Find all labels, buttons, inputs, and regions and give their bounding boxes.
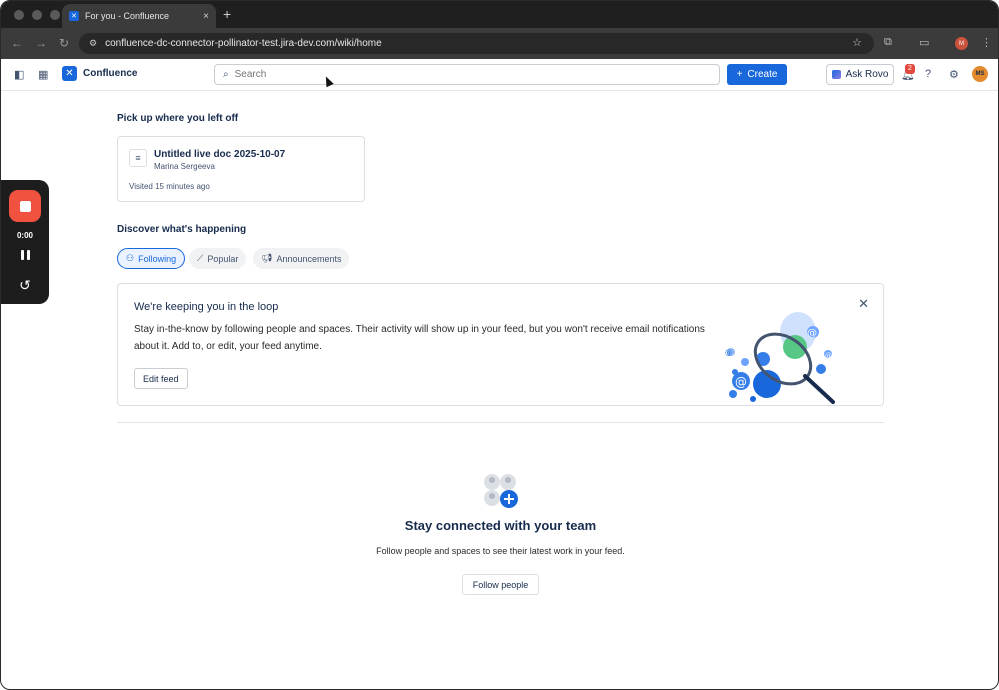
plus-icon: + xyxy=(736,69,743,80)
app-header: ◧ ▦ ✕ Confluence ⌕ + Create Ask Rovo 🔔︎ … xyxy=(1,59,998,91)
edit-feed-button[interactable]: Edit feed xyxy=(134,368,188,389)
back-icon[interactable]: ← xyxy=(11,36,23,50)
empty-state-title: Stay connected with your team xyxy=(404,518,597,533)
help-icon[interactable]: ? xyxy=(925,68,931,80)
stop-icon xyxy=(19,200,31,212)
browser-profile-avatar[interactable]: M xyxy=(955,37,968,50)
tab-close-icon[interactable]: × xyxy=(203,11,209,22)
live-doc-icon: ≡ xyxy=(129,149,147,167)
stop-recording-button[interactable] xyxy=(9,190,41,222)
tab-bar: ✕ For you - Confluence × + xyxy=(1,1,998,28)
pause-icon xyxy=(20,250,24,260)
browser-menu-icon[interactable]: ⋮ xyxy=(981,36,992,49)
site-settings-icon[interactable]: ⚙ xyxy=(89,38,97,49)
tab-label: Following xyxy=(138,253,177,264)
restart-recording-icon[interactable]: ↺ xyxy=(19,277,31,294)
confluence-favicon-icon: ✕ xyxy=(69,11,79,21)
tab-title: For you - Confluence xyxy=(85,11,170,21)
doc-author: Marina Sergeeva xyxy=(154,162,215,171)
user-avatar[interactable]: MS xyxy=(972,66,988,82)
confluence-logo[interactable]: ✕ Confluence xyxy=(62,66,137,81)
pause-recording-button[interactable] xyxy=(20,250,30,260)
svg-text:@: @ xyxy=(825,352,832,360)
notification-count-badge: 2 xyxy=(905,64,915,74)
app-name: Confluence xyxy=(83,68,138,79)
tab-following[interactable]: ⚇ Following xyxy=(117,248,186,269)
search-input[interactable] xyxy=(234,69,695,80)
screen-recorder-panel: 0:00 ↺ xyxy=(1,180,49,304)
tab-label: Announcements xyxy=(276,253,342,264)
discover-heading: Discover what's happening xyxy=(117,224,247,235)
tab-popular[interactable]: ⟋ Popular xyxy=(189,248,247,269)
bookmark-star-icon[interactable]: ☆ xyxy=(852,36,862,49)
app-switcher-icon[interactable]: ▦ xyxy=(38,68,48,81)
maximize-window-button[interactable] xyxy=(50,10,60,20)
settings-gear-icon[interactable]: ⚙ xyxy=(949,68,959,81)
follow-people-button[interactable]: Follow people xyxy=(462,574,539,595)
recent-heading: Pick up where you left off xyxy=(117,113,239,124)
reload-icon[interactable]: ↻ xyxy=(59,36,69,50)
feed-info-card: We're keeping you in the loop Stay in-th… xyxy=(117,283,884,406)
tab-announcements[interactable]: 📢︎ Announcements xyxy=(253,248,350,269)
rovo-icon xyxy=(831,70,841,79)
create-button[interactable]: + Create xyxy=(727,64,787,85)
new-tab-button[interactable]: + xyxy=(223,6,231,22)
extensions-icon[interactable]: ⧉ xyxy=(884,36,892,49)
confluence-logo-icon: ✕ xyxy=(62,66,77,81)
forward-icon[interactable]: → xyxy=(35,36,47,50)
sidebar-toggle-icon[interactable]: ◧ xyxy=(14,68,24,81)
feed-info-title: We're keeping you in the loop xyxy=(134,301,279,313)
recent-doc-card[interactable]: ≡ Untitled live doc 2025-10-07 Marina Se… xyxy=(117,136,365,202)
ask-rovo-label: Ask Rovo xyxy=(845,69,889,80)
browser-tab[interactable]: ✕ For you - Confluence × xyxy=(62,4,216,28)
address-bar-row: ← → ↻ ⚙ confluence-dc-connector-pollinat… xyxy=(1,28,998,59)
empty-state-body: Follow people and spaces to see their la… xyxy=(376,546,625,556)
svg-text:@: @ xyxy=(807,328,817,339)
minimize-window-button[interactable] xyxy=(32,10,42,20)
search-box[interactable]: ⌕ xyxy=(214,64,720,85)
reading-mode-icon[interactable]: ▭ xyxy=(919,36,929,49)
trend-icon: ⟋ xyxy=(197,253,204,263)
window-controls[interactable] xyxy=(14,10,60,20)
svg-text:@: @ xyxy=(725,349,732,357)
people-icon: ⚇ xyxy=(126,253,135,263)
doc-title: Untitled live doc 2025-10-07 xyxy=(154,149,286,160)
magnifier-illustration: @ @ @ @ xyxy=(725,312,835,404)
section-divider xyxy=(117,422,884,423)
visited-time: Visited 15 minutes ago xyxy=(129,182,210,191)
url-field[interactable]: ⚙ confluence-dc-connector-pollinator-tes… xyxy=(79,33,874,54)
ask-rovo-button[interactable]: Ask Rovo xyxy=(826,64,894,85)
close-icon[interactable]: ✕ xyxy=(858,296,869,312)
tab-label: Popular xyxy=(207,253,239,264)
team-avatars-icon xyxy=(484,474,518,508)
create-label: Create xyxy=(747,69,778,80)
search-icon: ⌕ xyxy=(223,69,229,80)
feed-info-body: Stay in-the-know by following people and… xyxy=(134,324,705,352)
svg-text:@: @ xyxy=(735,375,747,389)
close-window-button[interactable] xyxy=(14,10,24,20)
browser-window: ✕ For you - Confluence × + ← → ↻ ⚙ confl… xyxy=(0,0,999,690)
url-text: confluence-dc-connector-pollinator-test.… xyxy=(105,38,382,49)
megaphone-icon: 📢︎ xyxy=(261,253,273,263)
recording-timer: 0:00 xyxy=(16,231,33,240)
